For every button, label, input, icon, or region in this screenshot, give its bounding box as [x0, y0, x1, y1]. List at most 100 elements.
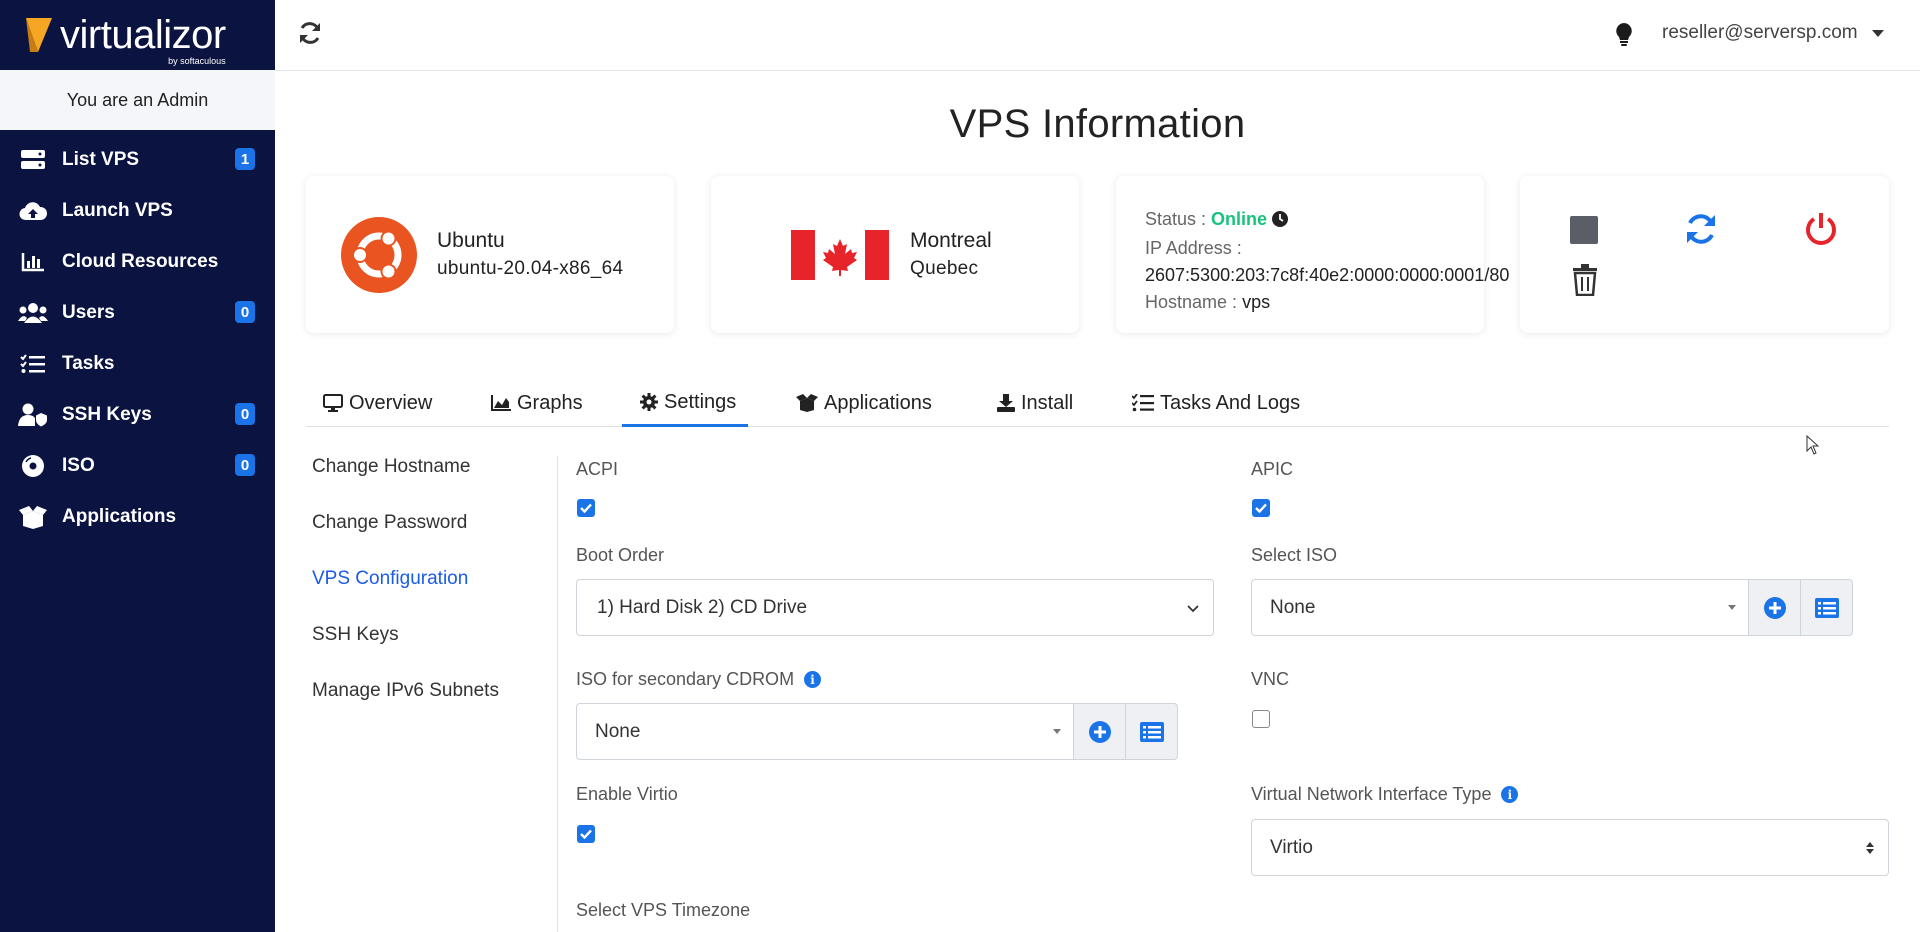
chevron-down-icon: [1871, 29, 1884, 37]
add-iso-button[interactable]: [1748, 579, 1801, 636]
vnc-label: VNC: [1251, 669, 1290, 689]
stop-icon: [1570, 216, 1598, 244]
tab-label: Settings: [664, 390, 737, 413]
virtualizor-logo-icon: [26, 18, 52, 52]
sidebar-item-applications[interactable]: Applications: [0, 491, 275, 542]
sidebar-item-users[interactable]: Users 0: [0, 287, 275, 338]
tab-tasks-and-logs[interactable]: Tasks And Logs: [1132, 380, 1300, 426]
boot-order-value: 1) Hard Disk 2) CD Drive: [597, 596, 808, 618]
delete-button[interactable]: [1572, 264, 1598, 301]
list-iso-button[interactable]: [1800, 579, 1853, 636]
brand-logo[interactable]: virtualizor by softaculous: [0, 0, 275, 70]
tab-applications[interactable]: Applications: [796, 380, 932, 426]
sidebar-item-cloud-resources[interactable]: Cloud Resources: [0, 236, 275, 287]
sidebar: virtualizor by softaculous You are an Ad…: [0, 0, 275, 932]
nic-type-label: Virtual Network Interface Type i: [1251, 784, 1519, 805]
sidebar-item-label: List VPS: [62, 148, 140, 170]
info-icon[interactable]: i: [1501, 786, 1519, 803]
boot-order-select[interactable]: 1) Hard Disk 2) CD Drive: [576, 579, 1214, 636]
restart-button[interactable]: [1684, 212, 1718, 251]
power-off-button[interactable]: [1805, 212, 1837, 251]
timezone-label: Select VPS Timezone: [576, 900, 751, 920]
box-open-icon: [18, 505, 48, 529]
tab-graphs[interactable]: Graphs: [491, 380, 583, 426]
menu-change-password[interactable]: Change Password: [312, 512, 499, 568]
lightbulb-icon[interactable]: [1615, 22, 1633, 51]
box-open-icon: [796, 394, 818, 412]
area-chart-icon: [491, 395, 511, 411]
tab-settings[interactable]: Settings: [622, 380, 749, 427]
brand-sub: by softaculous: [168, 56, 226, 66]
disc-icon: [18, 454, 48, 478]
hostname-value: vps: [1242, 292, 1271, 312]
sidebar-item-launch-vps[interactable]: Launch VPS: [0, 185, 275, 236]
menu-change-hostname[interactable]: Change Hostname: [312, 456, 499, 512]
ip-label: IP Address :: [1145, 238, 1242, 258]
sidebar-item-label: Tasks: [62, 352, 115, 374]
sidebar-item-label: Launch VPS: [62, 199, 173, 221]
acpi-checkbox[interactable]: [577, 499, 595, 517]
secondary-iso-dropdown[interactable]: None: [576, 703, 1074, 760]
tab-overview[interactable]: Overview: [323, 380, 432, 426]
select-iso-dropdown[interactable]: None: [1251, 579, 1749, 636]
apic-checkbox[interactable]: [1252, 499, 1270, 517]
list-icon: [1139, 721, 1164, 742]
restart-icon: [1687, 214, 1715, 244]
hostname-row: Hostname : vps: [1145, 289, 1509, 316]
sidebar-item-iso[interactable]: ISO 0: [0, 440, 275, 491]
virtio-checkbox[interactable]: [577, 825, 595, 843]
hostname-label: Hostname :: [1145, 292, 1238, 312]
brand-name: virtualizor by softaculous: [60, 13, 226, 66]
page-title: VPS Information: [949, 102, 1246, 146]
menu-ssh-keys[interactable]: SSH Keys: [312, 624, 499, 680]
list-secondary-iso-button[interactable]: [1125, 703, 1178, 760]
boot-order-label: Boot Order: [576, 545, 665, 565]
checkmark-icon: [580, 503, 592, 514]
add-secondary-iso-button[interactable]: [1073, 703, 1126, 760]
nic-type-select[interactable]: Virtio: [1251, 819, 1889, 876]
download-icon: [997, 394, 1015, 412]
sidebar-item-label: Applications: [62, 505, 177, 527]
acpi-label: ACPI: [576, 459, 619, 479]
checkmark-icon: [1255, 503, 1267, 514]
tab-label: Applications: [824, 391, 932, 414]
os-card: Ubuntu ubuntu-20.04-x86_64: [306, 176, 674, 333]
tasks-list-icon: [1132, 394, 1154, 412]
os-version: ubuntu-20.04-x86_64: [437, 258, 624, 279]
server-icon: [18, 148, 48, 172]
sidebar-item-ssh-keys[interactable]: SSH Keys 0: [0, 389, 275, 440]
tab-install[interactable]: Install: [997, 380, 1073, 426]
tab-label: Graphs: [517, 391, 583, 414]
bar-chart-icon: [18, 250, 48, 274]
chevron-down-icon: [1187, 597, 1199, 619]
menu-vps-configuration[interactable]: VPS Configuration: [312, 568, 499, 624]
user-shield-icon: [18, 403, 48, 427]
sidebar-item-list-vps[interactable]: List VPS 1: [0, 134, 275, 185]
location-city: Montreal: [910, 229, 992, 252]
user-menu[interactable]: reseller@serversp.com: [1662, 22, 1884, 44]
location-region: Quebec: [910, 258, 979, 279]
tab-label: Install: [1021, 391, 1074, 414]
nic-type-value: Virtio: [1270, 836, 1313, 858]
vps-tabs: Overview Graphs Settings Applications In…: [306, 380, 1889, 427]
secondary-iso-value: None: [595, 720, 641, 742]
count-badge: 0: [235, 301, 255, 323]
mouse-cursor-icon: [1806, 434, 1820, 460]
sidebar-item-label: Users: [62, 301, 115, 323]
sidebar-item-tasks[interactable]: Tasks: [0, 338, 275, 389]
os-name: Ubuntu: [437, 229, 505, 252]
select-iso-label: Select ISO: [1251, 545, 1338, 565]
info-icon[interactable]: i: [804, 671, 822, 688]
divider: [557, 456, 558, 932]
stop-button[interactable]: [1570, 216, 1598, 249]
vps-controls-card: [1520, 176, 1889, 333]
menu-manage-ipv6-subnets[interactable]: Manage IPv6 Subnets: [312, 680, 499, 736]
caret-down-icon: [1728, 605, 1736, 610]
ubuntu-logo-icon: [341, 217, 417, 298]
vnc-checkbox[interactable]: [1252, 710, 1270, 728]
tab-label: Overview: [349, 391, 433, 414]
sidebar-item-label: Cloud Resources: [62, 250, 219, 272]
trash-icon: [1573, 264, 1597, 297]
settings-menu: Change Hostname Change Password VPS Conf…: [312, 456, 499, 736]
reload-icon[interactable]: [297, 20, 327, 50]
